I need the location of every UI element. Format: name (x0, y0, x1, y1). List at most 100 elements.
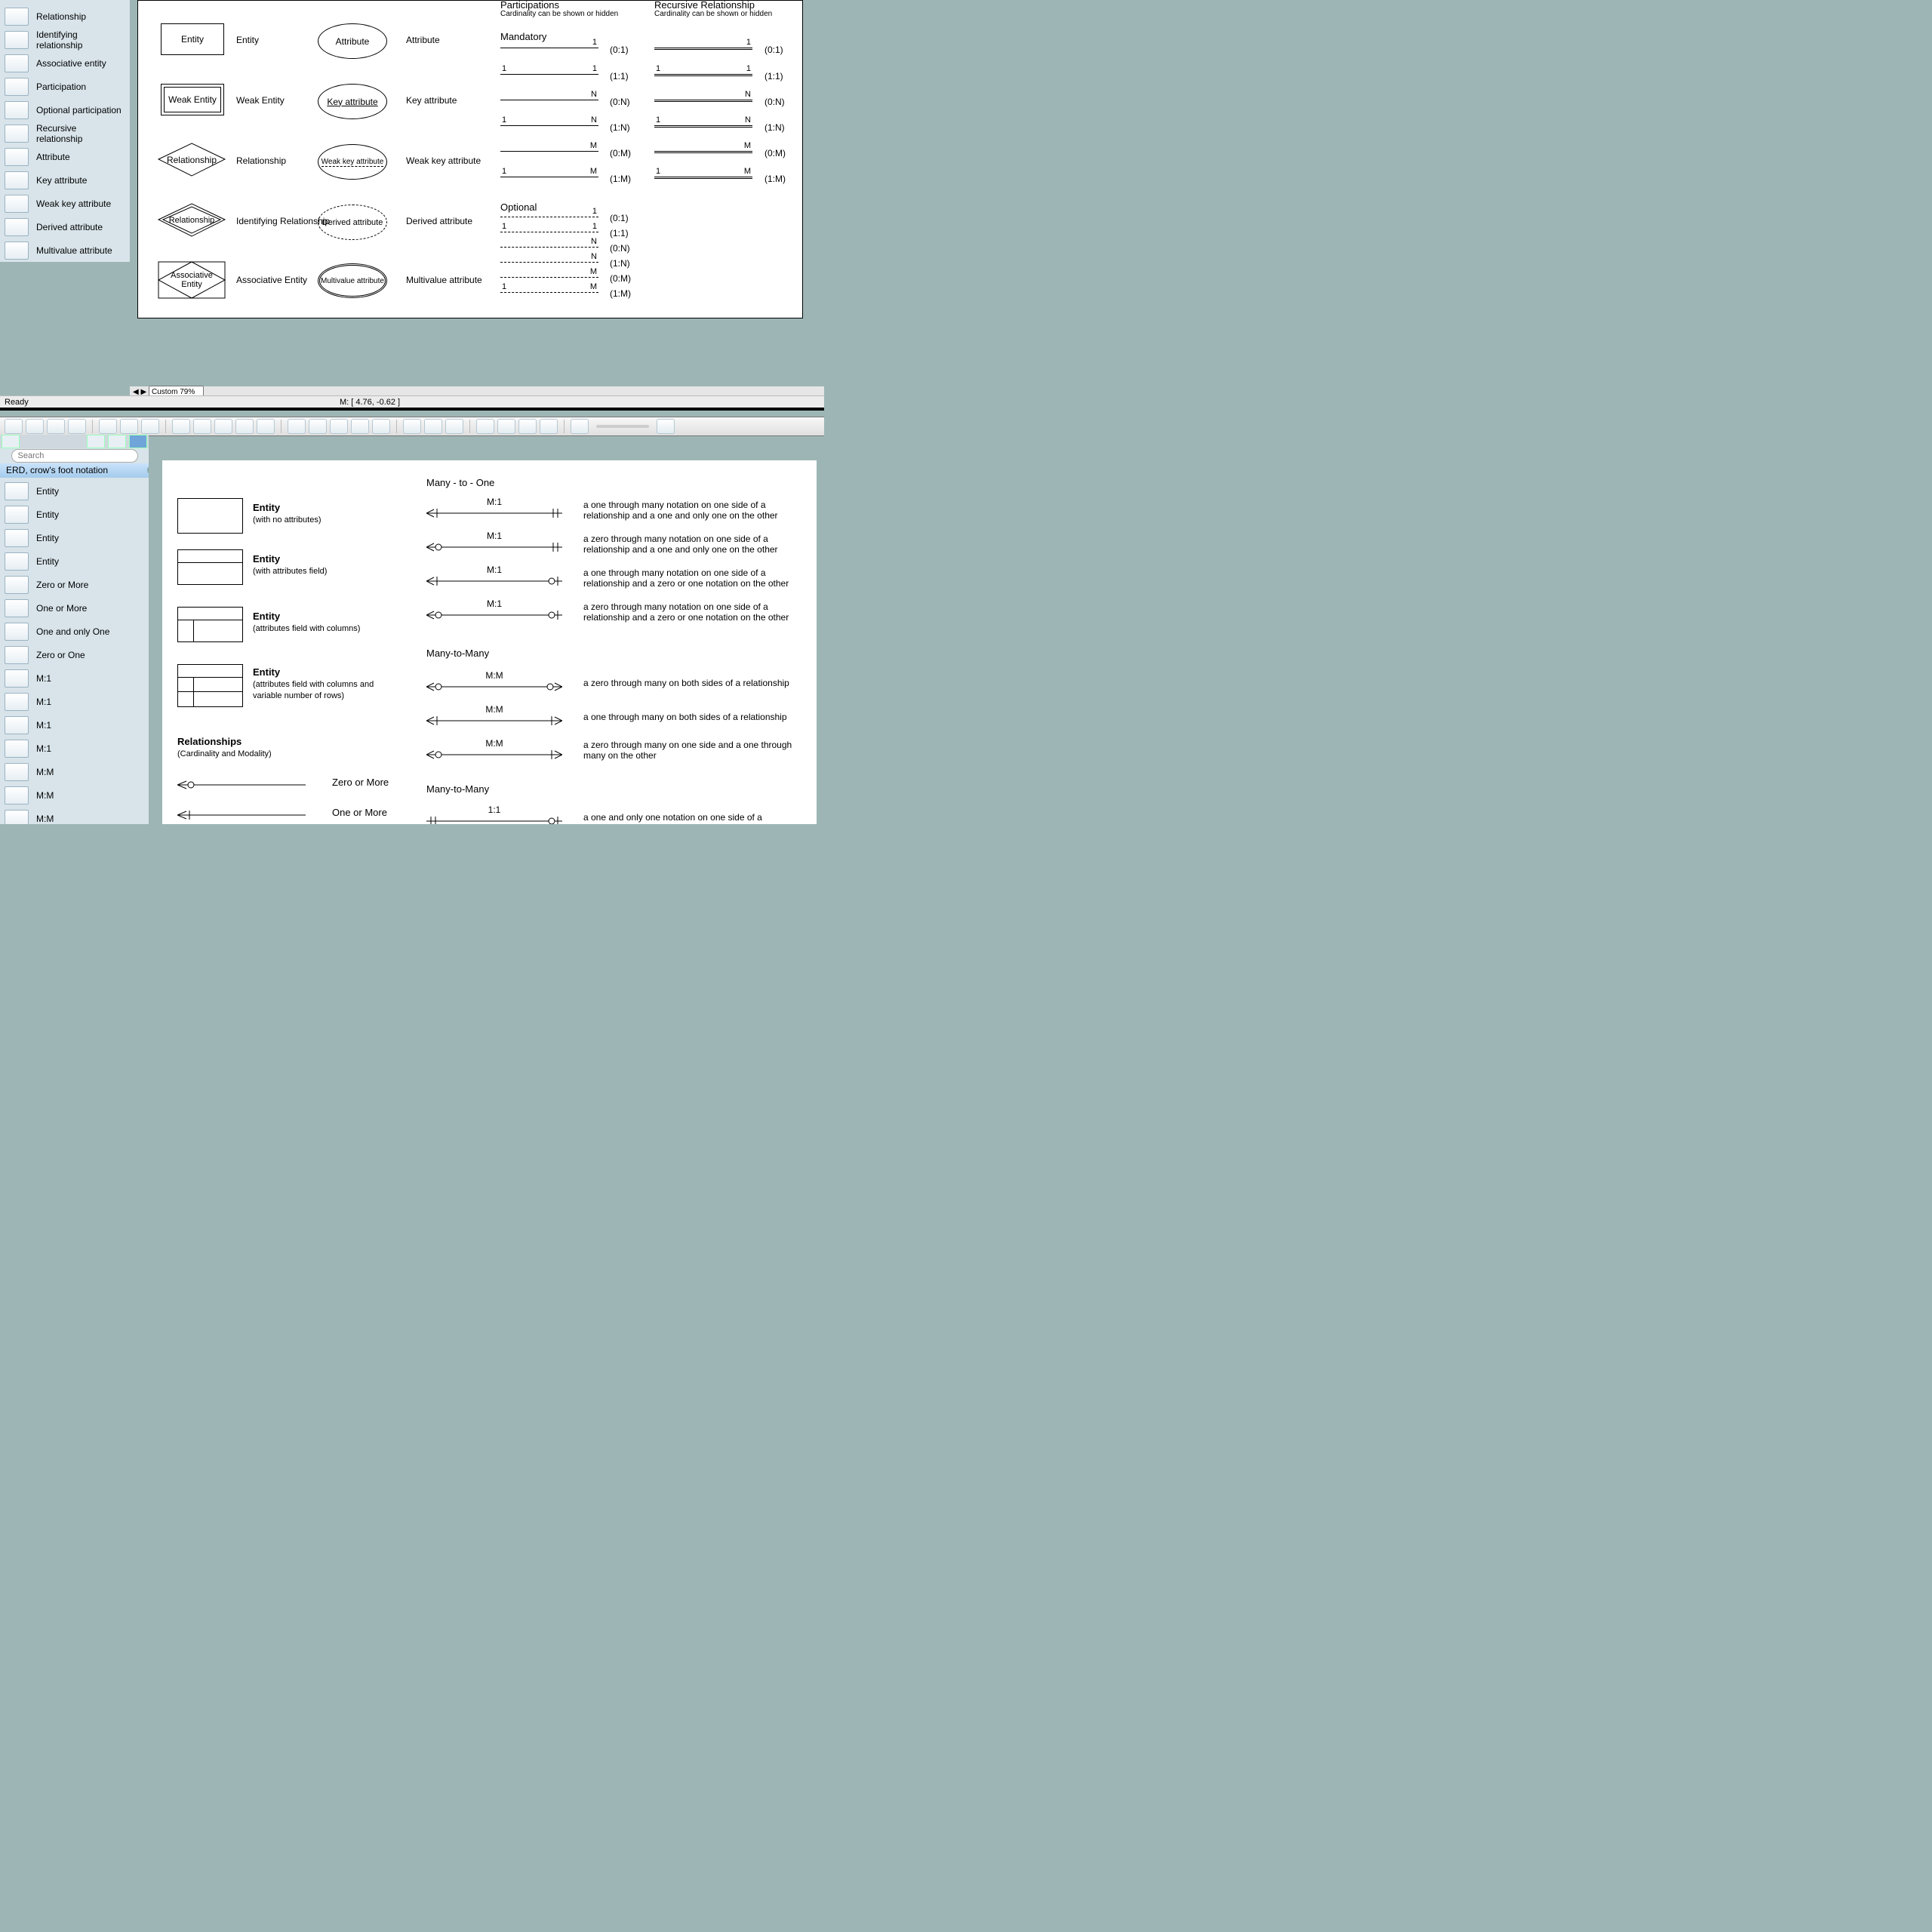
zoom-in-icon[interactable] (657, 419, 675, 434)
tool-align-icon[interactable] (193, 419, 211, 434)
view-list-icon[interactable] (108, 435, 126, 448)
sidebar-item[interactable]: Attribute (0, 145, 130, 168)
sidebar-item[interactable]: M:M (0, 760, 149, 783)
shape-icon (5, 218, 29, 236)
sidebar-item[interactable]: Relationship (0, 5, 130, 28)
m1-desc: a one through many notation on one side … (583, 568, 802, 589)
sidebar-item[interactable]: Entity (0, 479, 149, 503)
mm-line: M:M (426, 713, 562, 728)
sidebar-item[interactable]: Derived attribute (0, 215, 130, 238)
zoom-slider[interactable] (596, 425, 649, 428)
cardinality: (0:1) (764, 45, 783, 55)
shape-label: Weak key attribute (406, 155, 481, 166)
tool-connector-icon[interactable] (99, 419, 117, 434)
shape-label: Derived attribute (406, 216, 472, 226)
cardinality: (0:N) (610, 243, 630, 254)
zoom-out-icon[interactable] (571, 419, 589, 434)
tool-connector-icon[interactable] (120, 419, 138, 434)
sidebar-mode-bar (0, 435, 149, 448)
entity-shape (177, 549, 243, 585)
tool-line-icon[interactable] (330, 419, 348, 434)
search-input[interactable] (11, 449, 138, 463)
tool-rect-icon[interactable] (26, 419, 44, 434)
sidebar-item[interactable]: Entity (0, 549, 149, 573)
sidebar-item[interactable]: Optional participation (0, 98, 130, 122)
tool-align-icon[interactable] (257, 419, 275, 434)
cardinality: (0:1) (610, 45, 629, 55)
tool-group-icon[interactable] (424, 419, 442, 434)
key-attribute-shape: Key attribute (318, 84, 387, 119)
sidebar-item[interactable]: M:1 (0, 713, 149, 737)
crow-canvas[interactable]: Entity(with no attributes) Entity(with a… (149, 448, 824, 824)
sidebar-item[interactable]: M:1 (0, 690, 149, 713)
sidebar-item[interactable]: Entity (0, 526, 149, 549)
tool-align-icon[interactable] (235, 419, 254, 434)
sidebar-item[interactable]: Identifying relationship (0, 28, 130, 51)
cardinality: (1:1) (764, 71, 783, 82)
optional-line: N (500, 262, 598, 272)
pager-icon[interactable]: ◀ (133, 388, 139, 396)
cardinality: (1:1) (610, 71, 629, 82)
entity-shape (177, 607, 243, 642)
mandatory-header: Mandatory (500, 31, 546, 42)
sidebar-item[interactable]: M:M (0, 783, 149, 807)
tool-pointer-icon[interactable] (5, 419, 23, 434)
sidebar-item[interactable]: Recursive relationship (0, 122, 130, 145)
shape-label: Relationship (236, 155, 286, 166)
sidebar-item[interactable]: Zero or One (0, 643, 149, 666)
shape-icon (5, 148, 29, 166)
sidebar-item[interactable]: Multivalue attribute (0, 238, 130, 262)
tool-zoom-icon[interactable] (476, 419, 494, 434)
sidebar-item[interactable]: One and only One (0, 620, 149, 643)
shape-icon (5, 693, 29, 711)
tool-line-icon[interactable] (288, 419, 306, 434)
identifying-relationship-shape: Relationship (158, 203, 226, 237)
m1-desc: a zero through many notation on one side… (583, 601, 802, 623)
tool-erase-icon[interactable] (540, 419, 558, 434)
chen-canvas[interactable]: Entity Entity Weak Entity Weak Entity Re… (130, 0, 824, 385)
weak-entity-shape: Weak Entity (161, 84, 224, 115)
recursive-line: 11 (654, 74, 752, 85)
m1-desc: a zero through many notation on one side… (583, 534, 802, 555)
m1-line: M:1 (426, 608, 562, 623)
sidebar-item[interactable]: One or More (0, 596, 149, 620)
sidebar-item[interactable]: Zero or More (0, 573, 149, 596)
tool-ellipse-icon[interactable] (47, 419, 65, 434)
tool-line-icon[interactable] (309, 419, 327, 434)
sidebar-item[interactable]: Weak key attribute (0, 192, 130, 215)
tool-align-icon[interactable] (214, 419, 232, 434)
shape-icon (5, 101, 29, 119)
participations-header: Participations (500, 0, 559, 11)
tool-align-icon[interactable] (172, 419, 190, 434)
shape-label: Weak Entity (236, 95, 285, 106)
sidebar-item[interactable]: Entity (0, 503, 149, 526)
sidebar-item[interactable]: M:1 (0, 737, 149, 760)
view-tree-icon[interactable] (2, 435, 20, 448)
sidebar-item[interactable]: M:M (0, 807, 149, 824)
cardinality: (1:1) (610, 228, 629, 238)
tool-hand-icon[interactable] (497, 419, 515, 434)
tool-table-icon[interactable] (68, 419, 86, 434)
sidebar-item[interactable]: Participation (0, 75, 130, 98)
sidebar-item[interactable]: M:1 (0, 666, 149, 690)
sidebar-item[interactable]: Associative entity (0, 51, 130, 75)
sidebar-item[interactable]: Key attribute (0, 168, 130, 192)
tool-group-icon[interactable] (445, 419, 463, 434)
recursive-line: 1N (654, 125, 752, 136)
view-grid-icon[interactable] (87, 435, 105, 448)
optional-line: 1M (500, 292, 598, 303)
cardinality: (0:M) (764, 148, 786, 158)
participation-line: 11 (500, 74, 598, 85)
cardinality: (1:N) (764, 122, 785, 133)
tool-group-icon[interactable] (403, 419, 421, 434)
m1-line: M:1 (426, 540, 562, 555)
view-search-icon[interactable] (129, 435, 147, 448)
shape-icon (5, 506, 29, 524)
tool-line-icon[interactable] (351, 419, 369, 434)
tool-print-icon[interactable] (518, 419, 537, 434)
pager-icon[interactable]: ▶ (140, 388, 146, 396)
tool-connector-icon[interactable] (141, 419, 159, 434)
entity-label: Entity(attributes field with columns) (253, 611, 360, 633)
tool-line-icon[interactable] (372, 419, 390, 434)
shape-icon (5, 599, 29, 617)
